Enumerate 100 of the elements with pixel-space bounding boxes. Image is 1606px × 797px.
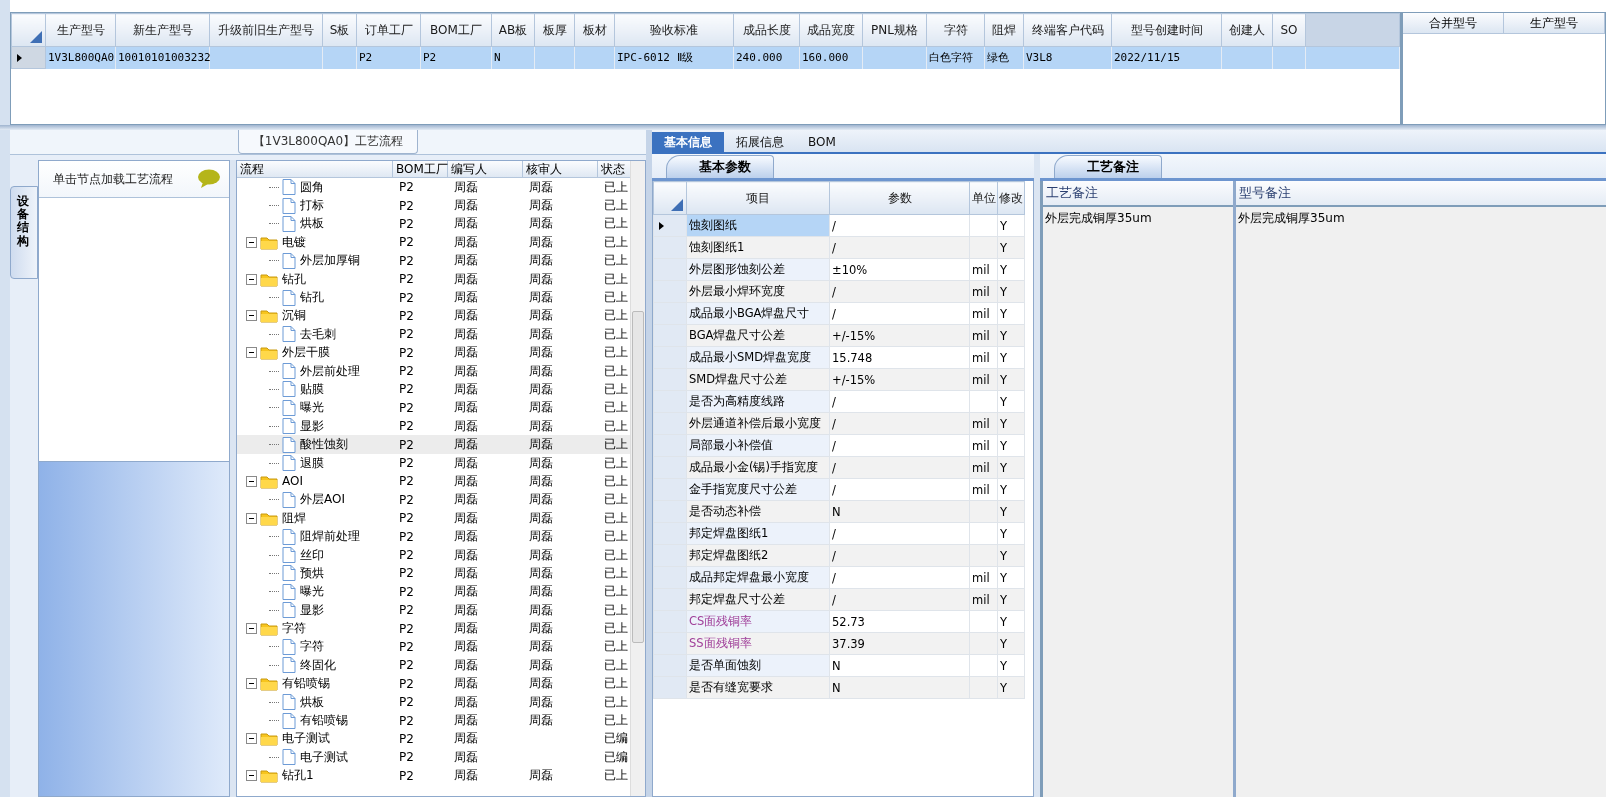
column-header[interactable]: 合并型号 [1403,13,1504,34]
column-header[interactable]: 单位 [969,181,998,215]
row-header[interactable] [11,46,46,69]
document-icon [282,547,296,563]
tree-row[interactable]: 沉铜 P2 周磊 周磊 已上 [237,306,631,326]
column-header[interactable]: 字符 [926,13,985,47]
column-header[interactable]: 板材 [574,13,615,47]
tree-row[interactable]: 电子测试 P2 周磊 已编 [237,748,631,767]
tree-row[interactable]: 有铅喷锡 P2 周磊 周磊 已上 [237,711,631,730]
table-cell: 周磊 [529,436,553,454]
column-header[interactable]: S板 [322,13,357,47]
table-cell: / [832,394,836,409]
column-header[interactable]: 状态 [598,161,631,178]
table-cell: 已上 [604,178,628,196]
tree-row[interactable]: 显影 P2 周磊 周磊 已上 [237,417,631,436]
tree-row[interactable]: AOI P2 周磊 周磊 已上 [237,472,631,491]
column-header[interactable]: PNL规格 [862,13,927,47]
column-header[interactable]: 阻焊 [984,13,1024,47]
column-header[interactable]: 核审人 [523,161,598,178]
row-header[interactable] [653,214,687,237]
column-header[interactable]: 编写人 [448,161,523,178]
document-icon [282,749,296,766]
column-header[interactable]: 流程 [237,161,393,178]
tree-row[interactable]: 字符 P2 周磊 周磊 已上 [237,619,631,638]
column-header[interactable]: BOM工厂 [420,13,492,47]
tree-row[interactable]: 烘板 P2 周磊 周磊 已上 [237,692,631,712]
side-tab[interactable]: 设备结构 [10,186,38,279]
tree-row[interactable]: 外层加厚铜 P2 周磊 周磊 已上 [237,251,631,270]
tree-row[interactable]: 阻焊 P2 周磊 周磊 已上 [237,509,631,528]
tree-row[interactable]: 烘板 P2 周磊 周磊 已上 [237,214,631,234]
column-header: 工艺备注 [1046,185,1098,200]
collapse-toggle-icon[interactable] [246,236,257,248]
tree-row[interactable]: 去毛刺 P2 周磊 周磊 已上 [237,325,631,344]
collapse-toggle-icon[interactable] [246,273,257,285]
tree-row[interactable]: 丝印 P2 周磊 周磊 已上 [237,545,631,565]
table-cell: P2 [399,216,414,231]
tree-row[interactable]: 有铅喷锡 P2 周磊 周磊 已上 [237,674,631,693]
column-header[interactable]: 参数 [829,181,970,215]
tree-row[interactable]: 酸性蚀刻 P2 周磊 周磊 已上 [237,435,631,454]
column-header[interactable]: 板厚 [534,13,575,47]
tab[interactable]: 工艺备注 [1054,155,1162,178]
column-header[interactable]: 型号创建时间 [1111,13,1222,47]
column-header[interactable]: 创建人 [1221,13,1273,47]
tree-row[interactable]: 曝光 P2 周磊 周磊 已上 [237,398,631,418]
tree-row[interactable]: 圆角 P2 周磊 周磊 已上 [237,178,631,197]
tree-row[interactable]: 贴膜 P2 周磊 周磊 已上 [237,380,631,399]
collapse-toggle-icon[interactable] [246,310,257,322]
column-header[interactable]: 生产型号 [45,13,116,47]
collapse-toggle-icon[interactable] [246,623,257,635]
column-header[interactable]: SO [1272,13,1306,47]
column-header[interactable]: 升级前旧生产型号 [209,13,323,47]
table-cell: 周磊 [454,546,478,564]
scrollbar[interactable] [630,161,645,796]
tree-row[interactable]: 钻孔1 P2 周磊 周磊 已上 [237,766,631,785]
table-cell: Y [1000,240,1008,255]
column-header[interactable]: 订单工厂 [356,13,421,47]
tree-row[interactable]: 电子测试 P2 周磊 已编 [237,729,631,749]
table-cell: 周磊 [454,197,478,215]
tree-row[interactable]: 终固化 P2 周磊 周磊 已上 [237,656,631,675]
column-header[interactable]: 新生产型号 [115,13,210,47]
tab[interactable]: BOM [796,132,848,152]
tree-row[interactable]: 打标 P2 周磊 周磊 已上 [237,196,631,215]
tree-row[interactable]: 外层前处理 P2 周磊 周磊 已上 [237,361,631,381]
column-header[interactable]: BOM工厂 [393,161,448,178]
tree-row[interactable]: 退膜 P2 周磊 周磊 已上 [237,453,631,473]
collapse-toggle-icon[interactable] [246,733,257,745]
tree-row[interactable]: 外层干膜 P2 周磊 周磊 已上 [237,343,631,362]
column-header[interactable]: 项目 [686,181,830,215]
table-cell: 周磊 [529,491,553,509]
document-icon [282,491,296,508]
tree-row[interactable]: 钻孔 P2 周磊 周磊 已上 [237,269,631,289]
collapse-toggle-icon[interactable] [246,512,257,524]
tab[interactable]: 基本参数 [666,155,774,178]
column-header[interactable]: 成品长度 [733,13,800,47]
table-cell: 已上 [604,509,628,527]
folder-icon [260,621,278,637]
table-cell: SS面残铜率 [686,632,830,655]
table-cell: P2 [399,658,414,673]
collapse-toggle-icon[interactable] [246,475,257,487]
document-icon [282,363,296,380]
tree-row[interactable]: 预烘 P2 周磊 周磊 已上 [237,564,631,583]
tab[interactable]: 基本信息 [652,132,724,152]
column-header[interactable]: 生产型号 [1504,13,1605,34]
tree-row[interactable]: 外层AOI P2 周磊 周磊 已上 [237,490,631,510]
collapse-toggle-icon[interactable] [246,678,257,690]
collapse-toggle-icon[interactable] [246,347,257,359]
column-header[interactable]: 验收标准 [614,13,734,47]
tab[interactable]: 拓展信息 [724,132,796,152]
tree-row[interactable]: 字符 P2 周磊 周磊 已上 [237,637,631,657]
tree-row[interactable]: 电镀 P2 周磊 周磊 已上 [237,233,631,252]
column-header[interactable]: 成品宽度 [799,13,863,47]
tree-row[interactable]: 钻孔 P2 周磊 周磊 已上 [237,288,631,307]
column-header[interactable]: AB板 [491,13,535,47]
tree-label: 电镀 [282,233,306,251]
column-header[interactable]: 终端客户代码 [1023,13,1112,47]
tree-row[interactable]: 阻焊前处理 P2 周磊 周磊 已上 [237,527,631,546]
tree-row[interactable]: 显影 P2 周磊 周磊 已上 [237,601,631,620]
collapse-toggle-icon[interactable] [246,770,257,782]
tree-row[interactable]: 曝光 P2 周磊 周磊 已上 [237,582,631,601]
column-header[interactable]: 修改 [997,181,1025,215]
